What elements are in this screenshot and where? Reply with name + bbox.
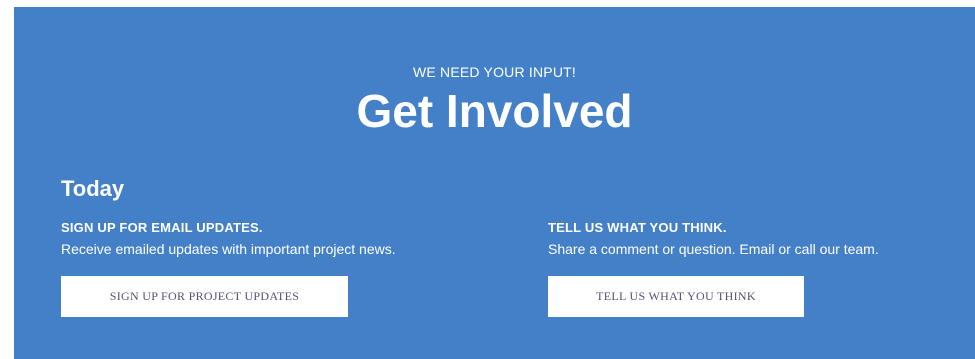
email-updates-description: Receive emailed updates with important p… — [61, 241, 396, 257]
tell-us-what-you-think-button[interactable]: TELL US WHAT YOU THINK — [548, 276, 804, 317]
tell-us-button-label: TELL US WHAT YOU THINK — [596, 289, 756, 303]
sign-up-button-label: SIGN UP FOR PROJECT UPDATES — [109, 289, 300, 303]
page-title: Get Involved — [356, 85, 633, 137]
sign-up-for-project-updates-button[interactable]: SIGN UP FOR PROJECT UPDATES — [61, 276, 348, 317]
feedback-description: Share a comment or question. Email or ca… — [548, 241, 879, 257]
email-updates-column: SIGN UP FOR EMAIL UPDATES. Receive email… — [61, 220, 396, 258]
section-title: Today — [61, 176, 125, 201]
feedback-column: TELL US WHAT YOU THINK. Share a comment … — [548, 220, 879, 258]
email-updates-heading: SIGN UP FOR EMAIL UPDATES. — [61, 220, 263, 235]
get-involved-panel: WE NEED YOUR INPUT! Get Involved Today S… — [14, 7, 975, 359]
eyebrow-text: WE NEED YOUR INPUT! — [412, 64, 576, 80]
feedback-heading: TELL US WHAT YOU THINK. — [548, 220, 727, 235]
